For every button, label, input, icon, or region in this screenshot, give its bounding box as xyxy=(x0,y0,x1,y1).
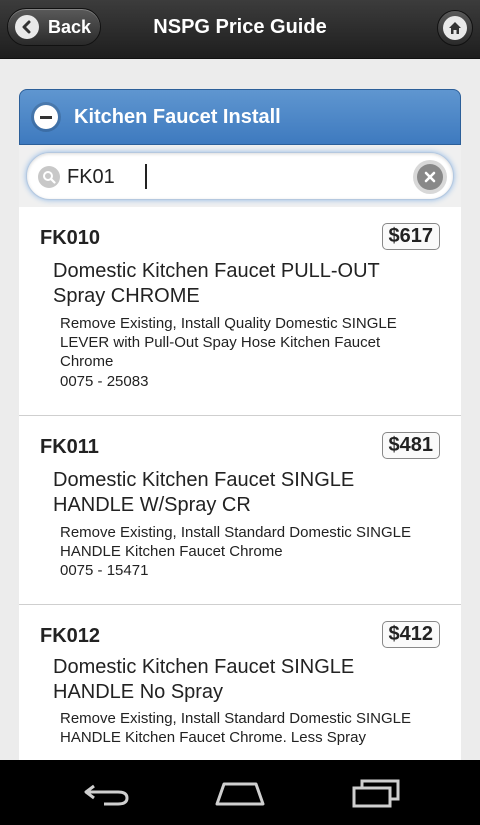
app-header: Back NSPG Price Guide xyxy=(0,0,480,59)
item-code: FK010 xyxy=(40,227,101,249)
clear-search-button[interactable] xyxy=(413,160,447,194)
list-item[interactable]: FK012 $412 Domestic Kitchen Faucet SINGL… xyxy=(19,605,461,765)
price-badge: $617 xyxy=(381,223,440,250)
list-item[interactable]: FK010 $617 Domestic Kitchen Faucet PULL-… xyxy=(19,207,461,416)
item-description: Remove Existing, Install Quality Domesti… xyxy=(60,315,397,370)
recents-nav-icon[interactable] xyxy=(350,778,402,813)
page-title: NSPG Price Guide xyxy=(153,16,327,38)
search-icon xyxy=(38,166,60,188)
home-nav-icon[interactable] xyxy=(214,778,266,813)
section-title: Kitchen Faucet Install xyxy=(74,105,281,128)
item-code: FK012 xyxy=(40,625,101,647)
text-cursor xyxy=(145,164,147,189)
collapse-icon xyxy=(34,105,58,129)
close-icon xyxy=(417,164,443,190)
search-field[interactable] xyxy=(26,152,454,200)
search-bar xyxy=(19,145,461,207)
collapsible-header[interactable]: Kitchen Faucet Install xyxy=(19,89,461,145)
back-nav-icon[interactable] xyxy=(82,778,132,813)
item-code: FK011 xyxy=(40,436,99,458)
system-nav-bar xyxy=(0,760,480,825)
price-badge: $481 xyxy=(381,432,440,459)
home-icon xyxy=(443,16,467,40)
list-item[interactable]: FK011 $481 Domestic Kitchen Faucet SINGL… xyxy=(19,416,461,605)
item-name: Domestic Kitchen Faucet SINGLE HANDLE No… xyxy=(53,656,355,703)
item-name: Domestic Kitchen Faucet SINGLE HANDLE W/… xyxy=(53,469,355,516)
results-list: FK010 $617 Domestic Kitchen Faucet PULL-… xyxy=(19,207,461,765)
home-button[interactable] xyxy=(437,10,473,46)
item-description: Remove Existing, Install Standard Domest… xyxy=(60,710,411,746)
item-sku: 0075 - 25083 xyxy=(60,373,149,390)
item-name: Domestic Kitchen Faucet PULL-OUT Spray C… xyxy=(53,260,380,307)
search-input[interactable] xyxy=(67,163,387,191)
item-description: Remove Existing, Install Standard Domest… xyxy=(60,524,411,560)
item-sku: 0075 - 15471 xyxy=(60,562,149,579)
price-badge: $412 xyxy=(381,621,440,648)
